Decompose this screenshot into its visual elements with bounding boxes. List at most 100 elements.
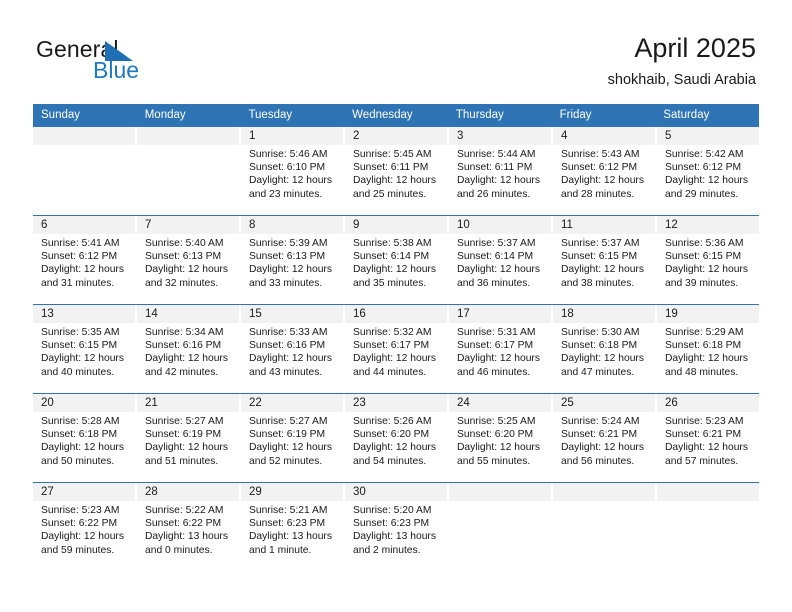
day-cell[interactable] [449, 483, 551, 571]
title-block: April 2025 shokhaib, Saudi Arabia [608, 32, 756, 90]
sunset-text: Sunset: 6:18 PM [665, 340, 742, 352]
sunrise-text: Sunrise: 5:23 AM [665, 416, 744, 427]
day-cell[interactable] [553, 483, 655, 571]
sunset-text: Sunset: 6:13 PM [145, 251, 222, 263]
day-number: 18 [553, 305, 655, 323]
day-cell[interactable]: 11 Sunrise: 5:37 AM Sunset: 6:15 PM Dayl… [553, 216, 655, 304]
sunset-text: Sunset: 6:15 PM [665, 251, 742, 263]
day-info: Sunrise: 5:36 AM Sunset: 6:15 PM Dayligh… [657, 234, 759, 290]
day-info: Sunrise: 5:23 AM Sunset: 6:21 PM Dayligh… [657, 412, 759, 468]
day-number: 23 [345, 394, 447, 412]
daylight-text: Daylight: 12 hours and 32 minutes. [145, 264, 228, 289]
sunrise-text: Sunrise: 5:35 AM [41, 327, 120, 338]
daylight-text: Daylight: 12 hours and 56 minutes. [561, 442, 644, 467]
day-cell[interactable]: 15 Sunrise: 5:33 AM Sunset: 6:16 PM Dayl… [241, 305, 343, 393]
sunset-text: Sunset: 6:14 PM [457, 251, 534, 263]
day-number: 13 [33, 305, 135, 323]
day-cell[interactable]: 28 Sunrise: 5:22 AM Sunset: 6:22 PM Dayl… [137, 483, 239, 571]
day-cell[interactable]: 13 Sunrise: 5:35 AM Sunset: 6:15 PM Dayl… [33, 305, 135, 393]
day-cell[interactable]: 2 Sunrise: 5:45 AM Sunset: 6:11 PM Dayli… [345, 127, 447, 215]
day-cell[interactable]: 24 Sunrise: 5:25 AM Sunset: 6:20 PM Dayl… [449, 394, 551, 482]
sunrise-text: Sunrise: 5:43 AM [561, 149, 640, 160]
day-number [449, 483, 551, 501]
day-cell[interactable]: 3 Sunrise: 5:44 AM Sunset: 6:11 PM Dayli… [449, 127, 551, 215]
day-info: Sunrise: 5:25 AM Sunset: 6:20 PM Dayligh… [449, 412, 551, 468]
day-info: Sunrise: 5:33 AM Sunset: 6:16 PM Dayligh… [241, 323, 343, 379]
day-cell[interactable]: 1 Sunrise: 5:46 AM Sunset: 6:10 PM Dayli… [241, 127, 343, 215]
sunset-text: Sunset: 6:14 PM [353, 251, 430, 263]
sunrise-text: Sunrise: 5:41 AM [41, 238, 120, 249]
sunrise-text: Sunrise: 5:34 AM [145, 327, 224, 338]
day-cell[interactable]: 23 Sunrise: 5:26 AM Sunset: 6:20 PM Dayl… [345, 394, 447, 482]
day-cell[interactable]: 16 Sunrise: 5:32 AM Sunset: 6:17 PM Dayl… [345, 305, 447, 393]
day-cell[interactable]: 29 Sunrise: 5:21 AM Sunset: 6:23 PM Dayl… [241, 483, 343, 571]
sunset-text: Sunset: 6:20 PM [457, 429, 534, 441]
sunrise-text: Sunrise: 5:36 AM [665, 238, 744, 249]
weekday-header-friday: Friday [559, 109, 592, 121]
daylight-text: Daylight: 12 hours and 28 minutes. [561, 175, 644, 200]
weekday-header-row: Sunday Monday Tuesday Wednesday Thursday… [33, 104, 759, 126]
sunrise-text: Sunrise: 5:26 AM [353, 416, 432, 427]
sunrise-text: Sunrise: 5:21 AM [249, 505, 328, 516]
day-info: Sunrise: 5:37 AM Sunset: 6:15 PM Dayligh… [553, 234, 655, 290]
day-number: 4 [553, 127, 655, 145]
day-cell[interactable]: 20 Sunrise: 5:28 AM Sunset: 6:18 PM Dayl… [33, 394, 135, 482]
week-row: 20 Sunrise: 5:28 AM Sunset: 6:18 PM Dayl… [33, 393, 759, 482]
day-info [137, 145, 239, 148]
day-info: Sunrise: 5:35 AM Sunset: 6:15 PM Dayligh… [33, 323, 135, 379]
day-number: 7 [137, 216, 239, 234]
day-cell[interactable]: 4 Sunrise: 5:43 AM Sunset: 6:12 PM Dayli… [553, 127, 655, 215]
weekday-header-tuesday: Tuesday [248, 109, 293, 121]
day-cell[interactable]: 21 Sunrise: 5:27 AM Sunset: 6:19 PM Dayl… [137, 394, 239, 482]
day-number [657, 483, 759, 501]
sunrise-text: Sunrise: 5:45 AM [353, 149, 432, 160]
sunrise-text: Sunrise: 5:37 AM [561, 238, 640, 249]
day-cell[interactable]: 14 Sunrise: 5:34 AM Sunset: 6:16 PM Dayl… [137, 305, 239, 393]
day-cell[interactable]: 10 Sunrise: 5:37 AM Sunset: 6:14 PM Dayl… [449, 216, 551, 304]
day-cell[interactable]: 17 Sunrise: 5:31 AM Sunset: 6:17 PM Dayl… [449, 305, 551, 393]
day-cell[interactable]: 18 Sunrise: 5:30 AM Sunset: 6:18 PM Dayl… [553, 305, 655, 393]
day-number [553, 483, 655, 501]
sunset-text: Sunset: 6:11 PM [457, 162, 533, 174]
day-cell[interactable]: 12 Sunrise: 5:36 AM Sunset: 6:15 PM Dayl… [657, 216, 759, 304]
weekday-header-monday: Monday [144, 109, 186, 121]
day-cell[interactable]: 7 Sunrise: 5:40 AM Sunset: 6:13 PM Dayli… [137, 216, 239, 304]
day-cell[interactable]: 19 Sunrise: 5:29 AM Sunset: 6:18 PM Dayl… [657, 305, 759, 393]
day-number: 8 [241, 216, 343, 234]
sunrise-text: Sunrise: 5:38 AM [353, 238, 432, 249]
daylight-text: Daylight: 12 hours and 31 minutes. [41, 264, 124, 289]
sunset-text: Sunset: 6:15 PM [561, 251, 638, 263]
day-cell[interactable]: 22 Sunrise: 5:27 AM Sunset: 6:19 PM Dayl… [241, 394, 343, 482]
day-info [657, 501, 759, 504]
day-cell[interactable]: 30 Sunrise: 5:20 AM Sunset: 6:23 PM Dayl… [345, 483, 447, 571]
day-cell[interactable]: 5 Sunrise: 5:42 AM Sunset: 6:12 PM Dayli… [657, 127, 759, 215]
day-number: 26 [657, 394, 759, 412]
day-number: 20 [33, 394, 135, 412]
day-number: 1 [241, 127, 343, 145]
sunset-text: Sunset: 6:20 PM [353, 429, 430, 441]
day-cell[interactable]: 8 Sunrise: 5:39 AM Sunset: 6:13 PM Dayli… [241, 216, 343, 304]
daylight-text: Daylight: 13 hours and 2 minutes. [353, 531, 436, 556]
day-cell[interactable]: 25 Sunrise: 5:24 AM Sunset: 6:21 PM Dayl… [553, 394, 655, 482]
day-cell[interactable]: 6 Sunrise: 5:41 AM Sunset: 6:12 PM Dayli… [33, 216, 135, 304]
day-info: Sunrise: 5:37 AM Sunset: 6:14 PM Dayligh… [449, 234, 551, 290]
day-cell[interactable] [657, 483, 759, 571]
daylight-text: Daylight: 12 hours and 54 minutes. [353, 442, 436, 467]
page-header: General Blue April 2025 shokhaib, Saudi … [0, 0, 792, 103]
day-cell[interactable] [33, 127, 135, 215]
daylight-text: Daylight: 12 hours and 36 minutes. [457, 264, 540, 289]
day-cell[interactable]: 9 Sunrise: 5:38 AM Sunset: 6:14 PM Dayli… [345, 216, 447, 304]
day-cell[interactable]: 27 Sunrise: 5:23 AM Sunset: 6:22 PM Dayl… [33, 483, 135, 571]
day-cell[interactable]: 26 Sunrise: 5:23 AM Sunset: 6:21 PM Dayl… [657, 394, 759, 482]
day-cell[interactable] [137, 127, 239, 215]
day-info [553, 501, 655, 504]
week-row: 1 Sunrise: 5:46 AM Sunset: 6:10 PM Dayli… [33, 126, 759, 215]
sunrise-text: Sunrise: 5:46 AM [249, 149, 328, 160]
daylight-text: Daylight: 12 hours and 48 minutes. [665, 353, 748, 378]
calendar-grid: Sunday Monday Tuesday Wednesday Thursday… [33, 104, 759, 571]
daylight-text: Daylight: 12 hours and 57 minutes. [665, 442, 748, 467]
sunset-text: Sunset: 6:23 PM [353, 518, 430, 530]
weekday-header-thursday: Thursday [455, 109, 504, 121]
day-info: Sunrise: 5:45 AM Sunset: 6:11 PM Dayligh… [345, 145, 447, 201]
day-number: 27 [33, 483, 135, 501]
